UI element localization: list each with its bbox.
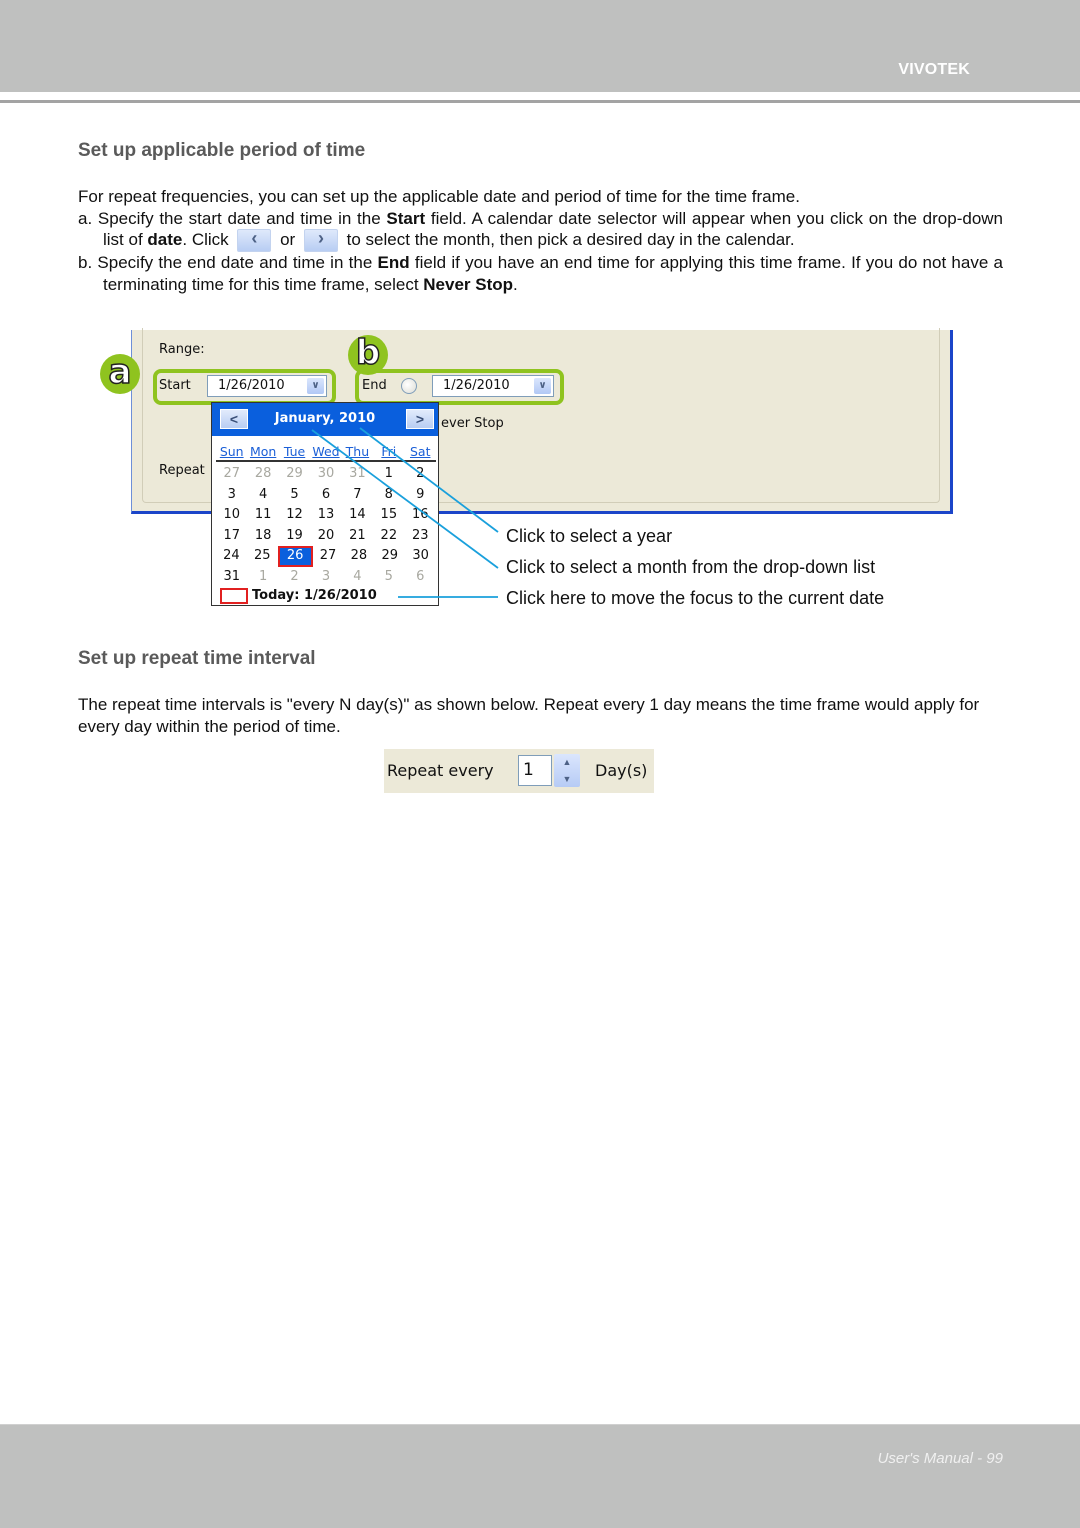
- callout-year: Click to select a year: [506, 526, 673, 546]
- repeat-interval-stepper[interactable]: ▲ ▼: [554, 754, 580, 787]
- repeat-interval-input[interactable]: 1: [518, 755, 552, 786]
- callout-today: Click here to move the focus to the curr…: [506, 588, 885, 608]
- days-unit-label: Day(s): [595, 761, 648, 780]
- section2-body: The repeat time intervals is "every N da…: [78, 694, 1003, 737]
- spin-down-icon[interactable]: ▼: [554, 771, 580, 788]
- callout-line-month: [311, 429, 499, 569]
- spin-up-icon[interactable]: ▲: [554, 754, 580, 771]
- repeat-every-label: Repeat every: [387, 761, 494, 780]
- page-footer: User's Manual - 99: [0, 1424, 1080, 1528]
- repeat-widget: Repeat every 1 ▲ ▼ Day(s): [384, 749, 654, 793]
- section-heading-repeat: Set up repeat time interval: [78, 648, 316, 669]
- page-number: User's Manual - 99: [877, 1450, 1003, 1467]
- repeat-description: The repeat time intervals is "every N da…: [78, 695, 980, 736]
- callout-month: Click to select a month from the drop-do…: [506, 557, 876, 577]
